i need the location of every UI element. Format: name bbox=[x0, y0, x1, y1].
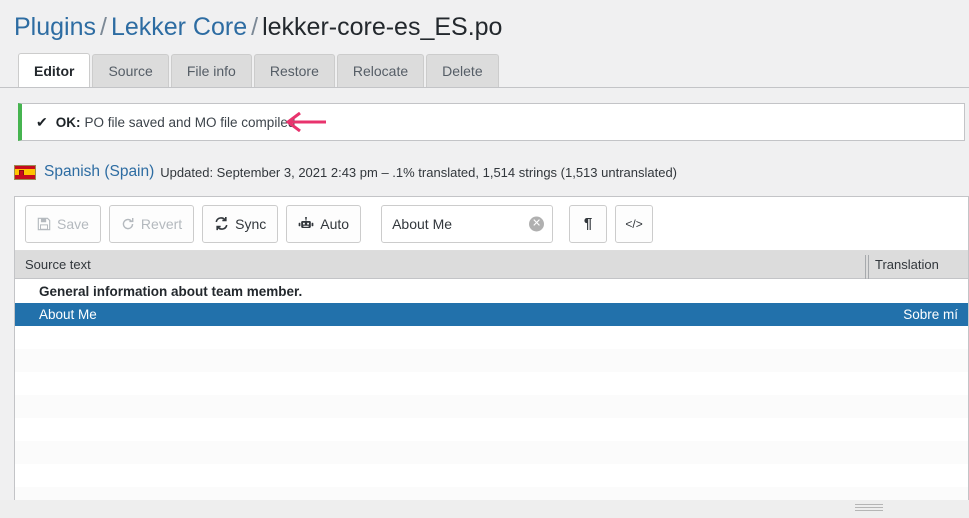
table-row[interactable] bbox=[15, 326, 968, 349]
save-button-label: Save bbox=[57, 215, 89, 232]
show-code-button[interactable]: </> bbox=[615, 204, 654, 243]
sync-arrows-icon bbox=[214, 216, 229, 231]
floppy-disk-icon bbox=[37, 217, 51, 231]
save-button[interactable]: Save bbox=[25, 204, 101, 243]
column-header-translation-label: Translation bbox=[875, 257, 939, 272]
revert-button[interactable]: Revert bbox=[108, 204, 195, 243]
search-input[interactable] bbox=[381, 204, 554, 243]
breadcrumb-item-plugins[interactable]: Plugins bbox=[14, 13, 96, 41]
table-row[interactable] bbox=[15, 441, 968, 464]
code-icon: </> bbox=[625, 216, 643, 231]
entry-source-text: About Me bbox=[39, 307, 97, 322]
table-row[interactable] bbox=[15, 418, 968, 441]
robot-icon bbox=[298, 216, 314, 231]
revert-button-label: Revert bbox=[140, 215, 183, 232]
column-resize-grip-icon[interactable] bbox=[865, 255, 869, 279]
table-row-comment[interactable]: General information about team member. bbox=[15, 279, 968, 303]
tab-delete[interactable]: Delete bbox=[426, 54, 499, 87]
breadcrumb-item-lekker-core[interactable]: Lekker Core bbox=[111, 13, 247, 41]
tab-file-info[interactable]: File info bbox=[170, 54, 252, 87]
success-notice: ✔ OK: PO file saved and MO file compiled bbox=[18, 103, 965, 141]
annotation-arrow-icon bbox=[285, 112, 326, 132]
auto-button[interactable]: Auto bbox=[286, 204, 362, 243]
editor-toolbar: Save Revert Sync Auto ✕ ¶ bbox=[15, 197, 968, 251]
breadcrumb-separator: / bbox=[251, 13, 259, 41]
tab-restore[interactable]: Restore bbox=[253, 54, 335, 87]
panel-resize-footer[interactable] bbox=[0, 500, 969, 518]
column-header-source-text[interactable]: Source text bbox=[15, 257, 865, 272]
entry-translation-text: Sobre mí bbox=[903, 307, 958, 322]
breadcrumb: Plugins / Lekker Core / lekker-core-es_ES.po bbox=[14, 10, 502, 44]
translation-table-body[interactable]: General information about team member. A… bbox=[15, 279, 968, 518]
sync-button-label: Sync bbox=[235, 215, 267, 232]
tab-file-info-label: File info bbox=[186, 63, 236, 79]
tab-source-label: Source bbox=[108, 63, 153, 79]
tab-editor[interactable]: Editor bbox=[18, 53, 91, 87]
language-name-link[interactable]: Spanish (Spain) bbox=[44, 163, 154, 181]
tab-editor-label: Editor bbox=[34, 62, 75, 79]
search-field-wrapper: ✕ bbox=[381, 204, 554, 243]
tab-restore-label: Restore bbox=[269, 63, 319, 79]
table-header-row: Source text Translation bbox=[15, 251, 968, 279]
sync-button[interactable]: Sync bbox=[202, 204, 279, 243]
language-info-row: Spanish (Spain) Updated: September 3, 20… bbox=[14, 161, 677, 183]
table-row[interactable] bbox=[15, 349, 968, 372]
tab-relocate-label: Relocate bbox=[352, 63, 409, 79]
check-icon: ✔ bbox=[36, 114, 48, 130]
clear-circle-icon[interactable]: ✕ bbox=[529, 216, 545, 231]
rotate-right-icon bbox=[121, 217, 135, 231]
tab-relocate[interactable]: Relocate bbox=[336, 54, 425, 87]
show-whitespace-button[interactable]: ¶ bbox=[569, 204, 608, 243]
breadcrumb-separator: / bbox=[100, 13, 107, 41]
column-header-translation[interactable]: Translation bbox=[865, 255, 968, 279]
tab-source[interactable]: Source bbox=[92, 54, 169, 87]
tab-bar: Editor Source File info Restore Relocate… bbox=[18, 53, 501, 87]
language-meta-text: Updated: September 3, 2021 2:43 pm – .1%… bbox=[160, 164, 678, 180]
notice-prefix: OK: bbox=[55, 114, 81, 130]
comment-row-source: General information about team member. bbox=[39, 283, 303, 299]
auto-button-label: Auto bbox=[320, 215, 350, 232]
editor-panel: Save Revert Sync Auto ✕ ¶ bbox=[14, 196, 969, 518]
table-row[interactable] bbox=[15, 372, 968, 395]
table-row[interactable] bbox=[15, 464, 968, 487]
tab-underline-divider bbox=[0, 87, 969, 88]
pilcrow-icon: ¶ bbox=[583, 215, 593, 232]
table-row-selected[interactable]: About Me Sobre mí bbox=[15, 303, 968, 326]
tab-delete-label: Delete bbox=[442, 63, 483, 79]
table-row[interactable] bbox=[15, 395, 968, 418]
resize-grip-icon[interactable] bbox=[855, 504, 883, 512]
notice-message: PO file saved and MO file compiled bbox=[84, 114, 296, 130]
spain-flag-icon bbox=[14, 164, 36, 180]
breadcrumb-item-current-file: lekker-core-es_ES.po bbox=[262, 13, 503, 41]
